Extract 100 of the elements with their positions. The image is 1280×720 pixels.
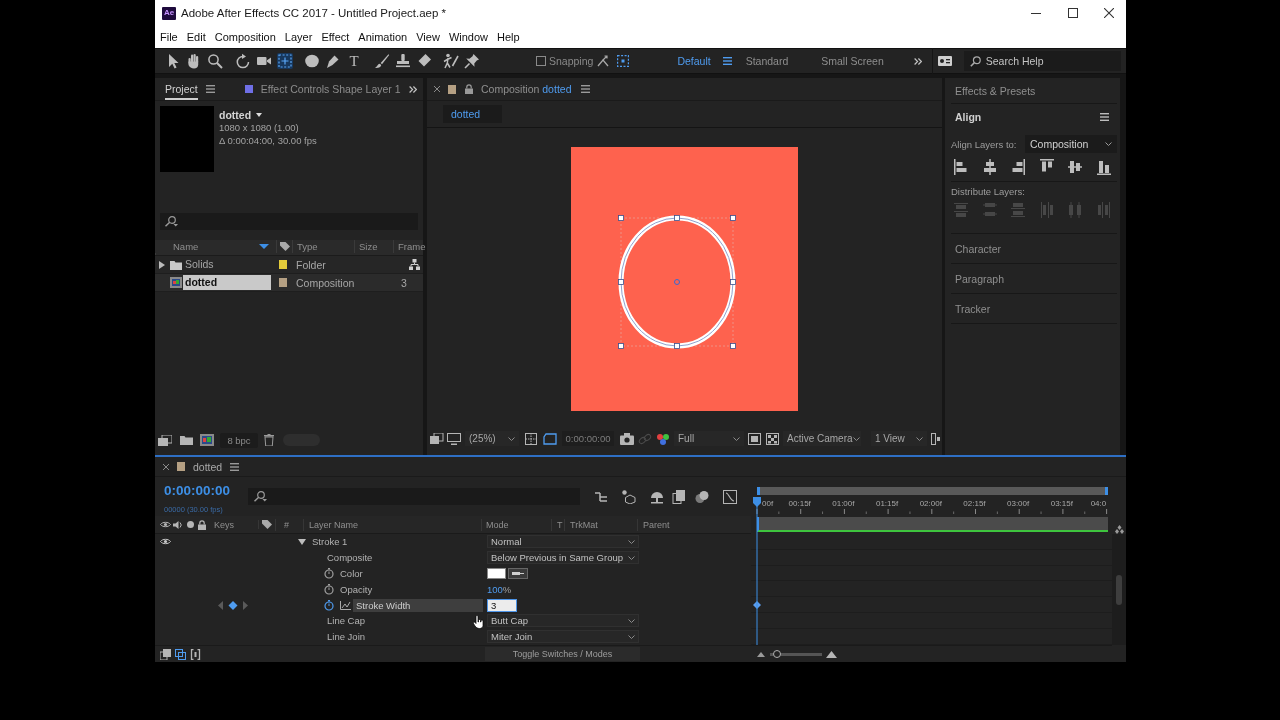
sort-arrow-icon[interactable] — [259, 244, 269, 249]
double-chevron-icon[interactable] — [913, 57, 922, 65]
menu-item[interactable]: Window — [448, 31, 488, 43]
rotate-icon[interactable] — [234, 53, 251, 69]
curve-square-icon[interactable] — [723, 490, 737, 504]
square-frame-icon[interactable] — [748, 432, 761, 445]
magnifier-icon[interactable] — [207, 53, 223, 69]
property-name[interactable]: Line Join — [324, 630, 366, 644]
eyedropper-button[interactable] — [508, 568, 528, 579]
view-layout-dropdown[interactable]: 1 View — [871, 431, 927, 446]
camera-dropdown[interactable]: Active Camera — [783, 431, 861, 446]
stacked-squares-icon[interactable] — [158, 434, 172, 446]
caret-down-icon[interactable] — [256, 113, 263, 117]
id-card-icon[interactable] — [937, 56, 952, 66]
menu-item[interactable]: Animation — [358, 31, 408, 43]
current-time[interactable]: 0:00:00:00 — [164, 483, 248, 498]
snapping-label[interactable]: Snapping — [549, 55, 594, 67]
small-mountain-icon[interactable] — [757, 651, 765, 657]
menu-item[interactable]: Edit — [186, 31, 206, 43]
toggle-switches-modes-button[interactable]: Toggle Switches / Modes — [485, 647, 640, 661]
snapping-checkbox[interactable] — [536, 56, 546, 66]
brush-icon[interactable] — [373, 53, 390, 69]
close-icon[interactable] — [163, 463, 169, 470]
menu-item[interactable]: Composition — [214, 31, 276, 43]
panel-header[interactable]: Effects & Presets — [955, 84, 1036, 97]
menu-item[interactable]: Effect — [321, 31, 350, 43]
large-mountain-icon[interactable] — [826, 650, 837, 658]
panel-header[interactable]: Paragraph — [955, 272, 1005, 285]
angled-arrows-icon[interactable] — [597, 55, 610, 67]
grid-square-icon[interactable] — [524, 432, 538, 445]
menu-item[interactable]: Layer — [284, 31, 313, 43]
align-right-icon[interactable] — [1011, 159, 1026, 175]
figure-brush-icon[interactable] — [443, 53, 459, 69]
composition-icon[interactable] — [200, 434, 214, 446]
text-tool[interactable]: T — [346, 53, 362, 69]
double-chevron-icon[interactable] — [409, 85, 417, 93]
property-name[interactable]: Stroke Width — [353, 598, 483, 612]
property-name[interactable]: Line Cap — [324, 614, 366, 628]
panel-tab[interactable]: Composition dotted — [481, 83, 572, 95]
stopwatch-icon[interactable] — [324, 568, 334, 579]
option-dropdown[interactable]: Butt Cap — [487, 614, 639, 628]
dashed-square-icon[interactable] — [617, 55, 630, 67]
overlapping-squares-icon[interactable] — [175, 648, 186, 660]
panel-header[interactable]: Align — [955, 111, 982, 123]
menu-icon[interactable] — [722, 57, 732, 65]
option-dropdown[interactable]: Below Previous in Same Group — [487, 551, 639, 565]
search-icon[interactable] — [253, 491, 267, 502]
menu-item[interactable]: View — [416, 31, 440, 43]
align-bottom-icon[interactable] — [1096, 159, 1111, 175]
camera-icon[interactable] — [620, 432, 634, 445]
option-dropdown[interactable]: Miter Join — [487, 630, 639, 644]
item-name[interactable]: dotted — [183, 275, 271, 290]
color-dots-icon[interactable] — [656, 432, 670, 445]
overlapping-circles-icon[interactable] — [695, 490, 709, 504]
hexagon-dot-icon[interactable] — [622, 490, 636, 504]
branch-icon[interactable] — [594, 490, 608, 504]
menu-icon[interactable] — [1100, 113, 1109, 121]
number-value[interactable]: 100 — [487, 583, 503, 595]
property-name[interactable]: Opacity — [337, 582, 373, 596]
workspace-tab[interactable]: Default — [677, 55, 711, 67]
search-field[interactable] — [248, 488, 580, 505]
search-field[interactable]: Search Help — [963, 51, 1121, 71]
property-name[interactable]: Stroke 1 — [309, 535, 348, 549]
zoom-slider[interactable] — [770, 652, 822, 656]
panel-tab[interactable]: dotted — [193, 460, 223, 473]
stacked-frames-icon[interactable] — [672, 490, 686, 504]
diamond-cluster-icon[interactable] — [1114, 525, 1124, 534]
zoom-dropdown[interactable]: (25%) — [465, 431, 519, 446]
slider-thumb[interactable] — [772, 649, 781, 658]
menu-icon[interactable] — [205, 85, 215, 93]
folder-icon[interactable] — [180, 435, 193, 445]
eye-icon[interactable] — [160, 521, 171, 528]
column-header[interactable]: Frame — [398, 241, 426, 252]
breadcrumb-tab[interactable]: dotted — [443, 105, 502, 123]
column-header[interactable]: Size — [359, 241, 378, 252]
dot-icon[interactable] — [187, 521, 194, 528]
workspace-tab[interactable]: Small Screen — [821, 55, 884, 67]
line-graph-icon[interactable] — [340, 600, 351, 610]
menu-item[interactable]: File — [160, 31, 178, 43]
align-to-dropdown[interactable]: Composition — [1025, 135, 1117, 153]
lock-icon[interactable] — [465, 84, 473, 94]
bar-square-icon[interactable] — [931, 432, 940, 445]
checkerboard-icon[interactable] — [766, 432, 779, 445]
search-field[interactable] — [160, 213, 418, 230]
pen-nib-icon[interactable] — [325, 53, 341, 69]
current-time-display[interactable]: 0:00:00:00 — [562, 431, 614, 446]
menu-icon[interactable] — [581, 85, 591, 93]
stamp-icon[interactable] — [394, 53, 411, 69]
ellipse-icon[interactable] — [304, 53, 320, 69]
panel-tab[interactable]: Project — [165, 78, 198, 100]
property-name[interactable]: Color — [337, 567, 363, 580]
column-header[interactable]: Type — [297, 241, 318, 252]
flowchart-icon[interactable] — [409, 259, 420, 270]
playhead[interactable] — [753, 497, 761, 645]
menu-icon[interactable] — [230, 462, 240, 471]
speaker-icon[interactable] — [173, 519, 183, 530]
align-top-icon[interactable] — [1039, 159, 1054, 175]
column-header[interactable]: Name — [173, 241, 199, 252]
search-icon[interactable] — [164, 216, 178, 227]
align-center-horizontal-icon[interactable] — [982, 159, 997, 175]
